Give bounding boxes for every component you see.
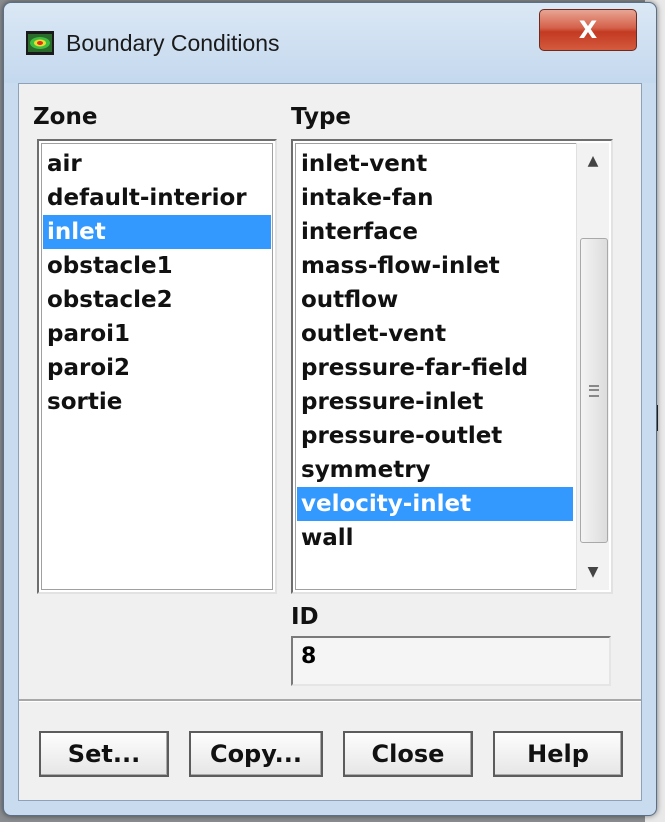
- zone-listbox[interactable]: air default-interior inlet obstacle1 obs…: [37, 139, 277, 594]
- boundary-conditions-dialog: Boundary Conditions X Zone Type air defa…: [3, 2, 657, 816]
- button-separator: [19, 699, 641, 702]
- zone-item-obstacle1[interactable]: obstacle1: [43, 249, 271, 283]
- close-button[interactable]: Close: [343, 731, 473, 777]
- type-item-pressure-outlet[interactable]: pressure-outlet: [297, 419, 573, 453]
- type-item-interface[interactable]: interface: [297, 215, 573, 249]
- app-icon: [26, 31, 54, 55]
- type-item-symmetry[interactable]: symmetry: [297, 453, 573, 487]
- type-item-inlet-vent[interactable]: inlet-vent: [297, 147, 573, 181]
- scroll-down-arrow-icon[interactable]: ▼: [577, 554, 609, 590]
- help-button[interactable]: Help: [493, 731, 623, 777]
- zone-item-default-interior[interactable]: default-interior: [43, 181, 271, 215]
- type-item-wall[interactable]: wall: [297, 521, 573, 555]
- set-button[interactable]: Set...: [39, 731, 169, 777]
- zone-item-sortie[interactable]: sortie: [43, 385, 271, 419]
- type-item-pressure-far-field[interactable]: pressure-far-field: [297, 351, 573, 385]
- type-item-pressure-inlet[interactable]: pressure-inlet: [297, 385, 573, 419]
- window-close-button[interactable]: X: [539, 9, 637, 51]
- dialog-body: Zone Type air default-interior inlet obs…: [18, 83, 642, 801]
- type-item-outlet-vent[interactable]: outlet-vent: [297, 317, 573, 351]
- zone-item-inlet[interactable]: inlet: [43, 215, 271, 249]
- grip-icon: [589, 384, 599, 397]
- copy-button[interactable]: Copy...: [189, 731, 323, 777]
- type-listbox[interactable]: inlet-vent intake-fan interface mass-flo…: [291, 139, 613, 594]
- scrollbar-thumb[interactable]: [580, 238, 608, 543]
- id-label: ID: [291, 604, 319, 630]
- type-item-velocity-inlet[interactable]: velocity-inlet: [297, 487, 573, 521]
- type-item-intake-fan[interactable]: intake-fan: [297, 181, 573, 215]
- title-bar[interactable]: Boundary Conditions X: [4, 3, 656, 83]
- type-list-scrollbar[interactable]: ▲ ▼: [576, 143, 609, 590]
- close-icon: X: [578, 16, 598, 44]
- scroll-up-arrow-icon[interactable]: ▲: [577, 143, 609, 179]
- zone-item-air[interactable]: air: [43, 147, 271, 181]
- type-label: Type: [291, 104, 352, 130]
- id-field: 8: [291, 636, 611, 686]
- zone-label: Zone: [33, 104, 98, 130]
- type-item-outflow[interactable]: outflow: [297, 283, 573, 317]
- type-item-mass-flow-inlet[interactable]: mass-flow-inlet: [297, 249, 573, 283]
- zone-item-paroi1[interactable]: paroi1: [43, 317, 271, 351]
- zone-item-paroi2[interactable]: paroi2: [43, 351, 271, 385]
- window-title: Boundary Conditions: [66, 30, 280, 56]
- zone-item-obstacle2[interactable]: obstacle2: [43, 283, 271, 317]
